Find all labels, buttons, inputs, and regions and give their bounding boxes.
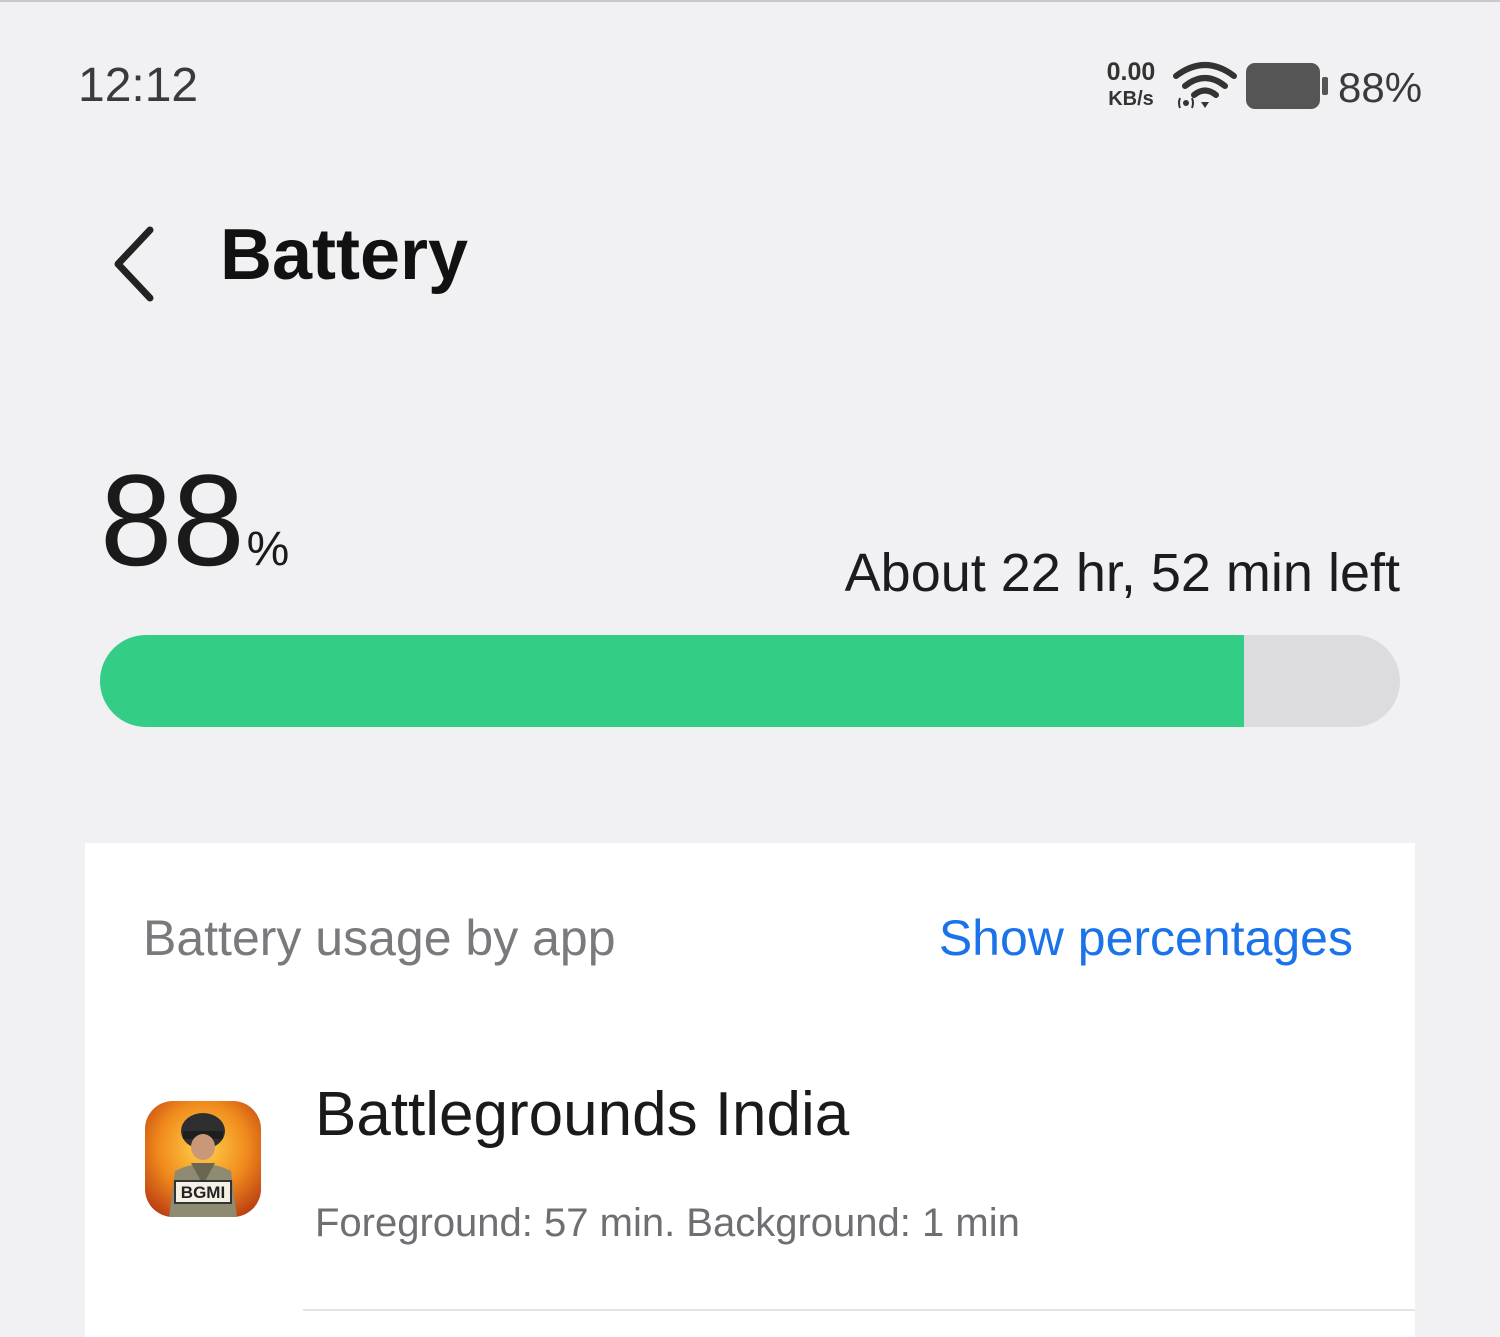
battery-usage-card: Battery usage by app Show percentages BG… [85,843,1415,1337]
battery-level-unit: % [246,523,290,576]
battery-level-bar-fill [100,635,1244,727]
svg-text:BGMI: BGMI [181,1183,225,1202]
top-edge-line [0,0,1500,2]
battery-level-bar [100,635,1400,727]
status-time: 12:12 [78,59,199,112]
status-battery-percent: 88% [1338,64,1423,111]
back-chevron-icon[interactable] [100,222,170,306]
battery-icon [1246,63,1328,109]
show-percentages-button[interactable]: Show percentages [939,909,1353,967]
network-speed-unit: KB/s [1108,88,1154,110]
battery-level-value: 88 [100,447,245,593]
battery-level: 88% [100,455,289,585]
app-usage-detail: Foreground: 57 min. Background: 1 min [315,1201,1020,1245]
app-usage-row[interactable]: BGMI Battlegrounds India Foreground: 57 … [85,1053,1415,1313]
usage-section-title: Battery usage by app [143,910,616,966]
bgmi-app-icon: BGMI [145,1101,261,1217]
wifi-icon [1173,62,1237,109]
row-divider [303,1309,1415,1311]
battery-time-left: About 22 hr, 52 min left [844,543,1400,603]
app-name: Battlegrounds India [315,1080,850,1149]
network-speed: 0.00 KB/s [1100,58,1162,110]
network-speed-value: 0.00 [1106,58,1156,86]
page-title: Battery [220,215,469,295]
